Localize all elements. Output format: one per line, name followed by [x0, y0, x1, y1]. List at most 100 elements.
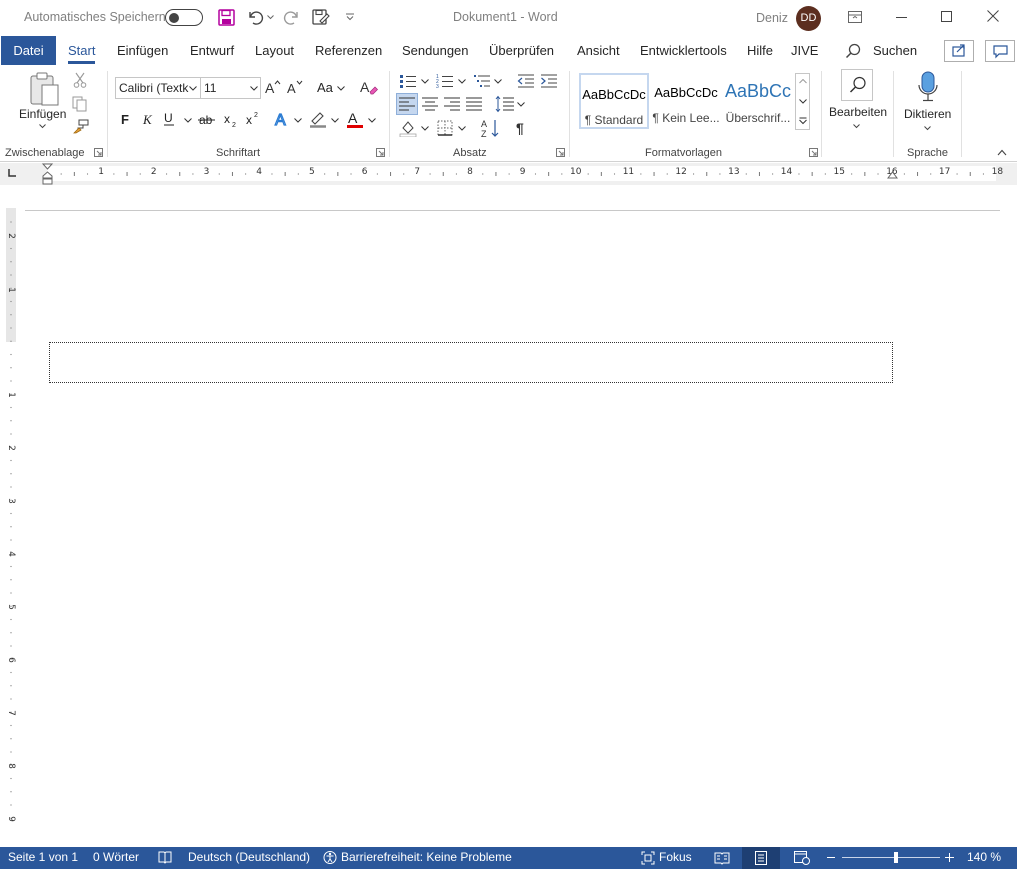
decrease-indent-icon[interactable] — [517, 73, 535, 89]
close-icon[interactable] — [987, 10, 999, 22]
style-ueberschrift[interactable]: AaBbCc Überschrif... — [723, 73, 793, 129]
align-right-icon[interactable] — [444, 97, 460, 111]
styles-gallery-scroller[interactable] — [795, 73, 810, 130]
borders-chevron-icon[interactable] — [458, 126, 466, 131]
language-label[interactable]: Deutsch (Deutschland) — [188, 850, 310, 864]
style-standard[interactable]: AaBbCcDc ¶ Standard — [579, 73, 649, 129]
header-area[interactable] — [49, 342, 893, 383]
minimize-icon[interactable] — [896, 17, 907, 18]
highlight-icon[interactable] — [309, 110, 327, 128]
comments-button[interactable] — [985, 40, 1015, 62]
undo-icon[interactable] — [246, 9, 264, 26]
web-layout-icon[interactable] — [794, 851, 810, 865]
line-spacing-chevron-icon[interactable] — [517, 102, 525, 107]
clipboard-launcher-icon[interactable] — [94, 148, 103, 157]
paste-icon[interactable] — [28, 71, 60, 107]
paragraph-launcher-icon[interactable] — [556, 148, 565, 157]
font-name-chevron-icon[interactable] — [189, 86, 197, 91]
subscript-icon[interactable]: x2 — [224, 112, 240, 128]
tab-ansicht[interactable]: Ansicht — [577, 43, 620, 58]
zoom-level[interactable]: 140 % — [967, 850, 1001, 864]
zoom-out-icon[interactable] — [827, 857, 835, 858]
right-indent-marker[interactable] — [887, 170, 898, 180]
zoom-slider-track[interactable] — [842, 857, 940, 858]
accessibility-status[interactable]: Barrierefreiheit: Keine Probleme — [341, 850, 512, 864]
maximize-icon[interactable] — [941, 11, 952, 22]
tab-start[interactable]: Start — [68, 43, 96, 64]
font-color-icon[interactable]: A — [346, 110, 364, 128]
bold-icon[interactable]: F — [120, 112, 132, 126]
save-icon[interactable] — [218, 9, 235, 26]
find-button[interactable] — [841, 69, 873, 101]
page-count[interactable]: Seite 1 von 1 — [8, 850, 78, 864]
bullets-icon[interactable] — [399, 73, 417, 89]
tab-datei[interactable]: Datei — [1, 36, 56, 65]
show-formatting-marks-icon[interactable]: ¶ — [516, 120, 528, 136]
clear-formatting-icon[interactable]: A — [360, 78, 378, 96]
styles-more-icon[interactable] — [799, 117, 807, 125]
tab-referenzen[interactable]: Referenzen — [315, 43, 382, 58]
tab-entwurf[interactable]: Entwurf — [190, 43, 234, 58]
document-area[interactable] — [0, 185, 1017, 847]
justify-icon[interactable] — [466, 97, 482, 111]
multilevel-chevron-icon[interactable] — [494, 79, 502, 84]
strikethrough-icon[interactable]: ab — [198, 112, 216, 126]
font-launcher-icon[interactable] — [376, 148, 385, 157]
quick-access-save-as-icon[interactable] — [312, 9, 330, 26]
tab-entwicklertools[interactable]: Entwicklertools — [640, 43, 727, 58]
superscript-icon[interactable]: x2 — [246, 110, 262, 126]
italic-icon[interactable]: K — [142, 112, 154, 126]
tab-ueberpruefen[interactable]: Überprüfen — [489, 43, 554, 58]
zoom-in-icon[interactable] — [945, 853, 954, 862]
multilevel-list-icon[interactable] — [473, 73, 491, 89]
cut-icon[interactable] — [73, 72, 87, 88]
grow-font-icon[interactable]: A — [265, 79, 281, 95]
autosave-toggle[interactable] — [165, 9, 203, 26]
search-icon[interactable] — [845, 43, 861, 59]
copy-icon[interactable] — [72, 96, 88, 112]
styles-scroll-up-icon[interactable] — [799, 79, 807, 84]
align-left-icon[interactable] — [399, 97, 415, 111]
editing-chevron-icon[interactable] — [853, 124, 860, 129]
dictate-label[interactable]: Diktieren — [904, 107, 951, 121]
tab-layout[interactable]: Layout — [255, 43, 294, 58]
underline-icon[interactable]: U — [163, 111, 177, 127]
tab-einfuegen[interactable]: Einfügen — [117, 43, 168, 58]
underline-chevron-icon[interactable] — [184, 118, 192, 123]
increase-indent-icon[interactable] — [540, 73, 558, 89]
user-name[interactable]: Deniz — [756, 11, 788, 25]
collapse-ribbon-icon[interactable] — [997, 149, 1007, 156]
numbering-icon[interactable]: 123 — [436, 73, 454, 89]
line-spacing-icon[interactable] — [495, 95, 515, 113]
proofing-book-icon[interactable] — [158, 851, 172, 864]
avatar[interactable]: DD — [796, 6, 821, 31]
search-label[interactable]: Suchen — [873, 43, 917, 58]
shrink-font-icon[interactable]: A — [287, 79, 303, 95]
paste-label[interactable]: Einfügen — [19, 107, 66, 121]
dictate-microphone-icon[interactable] — [917, 71, 939, 103]
horizontal-ruler[interactable]: 123456789101112131415161718 — [0, 163, 1017, 185]
highlight-chevron-icon[interactable] — [331, 118, 339, 123]
shading-chevron-icon[interactable] — [421, 126, 429, 131]
customize-quick-access-icon[interactable] — [345, 13, 355, 21]
format-painter-icon[interactable] — [72, 119, 89, 134]
shading-icon[interactable] — [399, 119, 417, 137]
ribbon-display-options-icon[interactable] — [848, 11, 862, 23]
styles-scroll-down-icon[interactable] — [799, 99, 807, 104]
tab-jive[interactable]: JIVE — [791, 43, 818, 58]
numbering-chevron-icon[interactable] — [458, 79, 466, 84]
first-line-indent-marker[interactable] — [42, 163, 53, 185]
word-count[interactable]: 0 Wörter — [93, 850, 139, 864]
focus-icon[interactable] — [641, 851, 655, 865]
styles-launcher-icon[interactable] — [809, 148, 818, 157]
font-color-chevron-icon[interactable] — [368, 118, 376, 123]
borders-icon[interactable] — [437, 120, 453, 136]
focus-label[interactable]: Fokus — [659, 850, 692, 864]
editing-label[interactable]: Bearbeiten — [829, 105, 887, 119]
bullets-chevron-icon[interactable] — [421, 79, 429, 84]
tab-sendungen[interactable]: Sendungen — [402, 43, 469, 58]
read-mode-icon[interactable] — [714, 851, 730, 865]
text-effects-chevron-icon[interactable] — [294, 118, 302, 123]
accessibility-icon[interactable] — [322, 850, 338, 865]
dictate-chevron-icon[interactable] — [924, 126, 931, 131]
